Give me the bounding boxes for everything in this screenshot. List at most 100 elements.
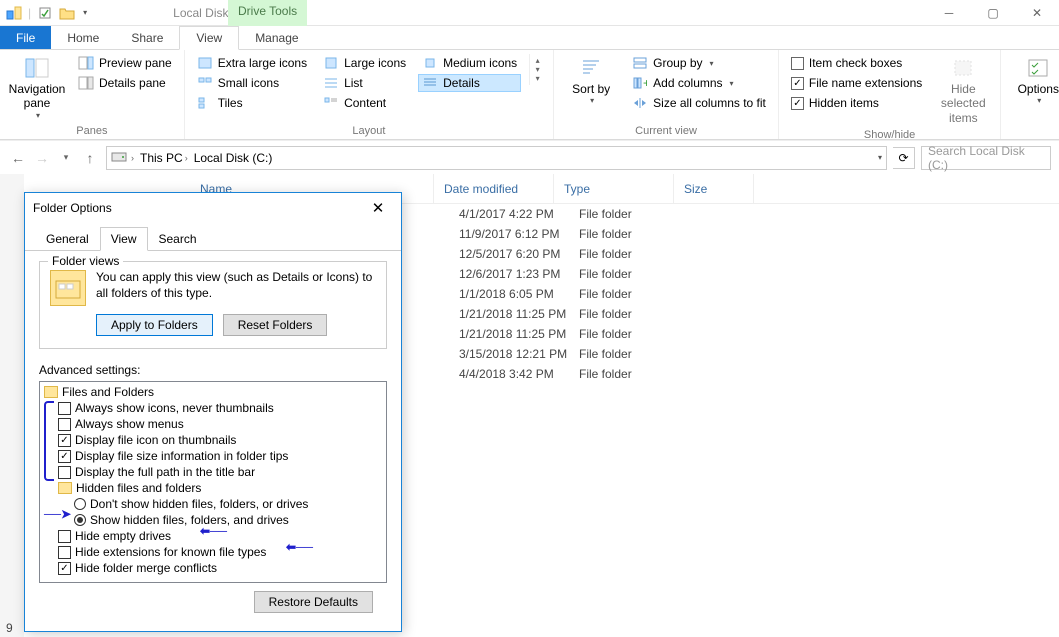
- close-button[interactable]: ✕: [1015, 0, 1059, 26]
- add-columns-button[interactable]: +Add columns ▾: [628, 74, 770, 92]
- tree-item-label: Show hidden files, folders, and drives: [90, 513, 289, 527]
- sort-by-button[interactable]: Sort by ▾: [562, 54, 620, 108]
- back-button[interactable]: ←: [8, 148, 28, 168]
- navigation-tree-collapsed[interactable]: [0, 174, 24, 637]
- tree-item[interactable]: Always show menus: [44, 416, 382, 432]
- tab-home[interactable]: Home: [51, 26, 115, 49]
- annotation-arrow: ⬅──: [200, 524, 227, 538]
- layout-gallery-scroll[interactable]: ▴▾▾: [529, 54, 545, 85]
- properties-icon[interactable]: [37, 5, 53, 21]
- checkbox-icon: ✓: [58, 450, 71, 463]
- details-icon: [422, 76, 438, 90]
- forward-button[interactable]: →: [32, 148, 52, 168]
- tree-item[interactable]: Display the full path in the title bar: [44, 464, 382, 480]
- layout-details[interactable]: Details: [418, 74, 521, 92]
- layout-extra-large-icons[interactable]: Extra large icons: [193, 54, 311, 72]
- column-header-size[interactable]: Size: [674, 174, 754, 203]
- column-header-date[interactable]: Date modified: [434, 174, 554, 203]
- chevron-down-icon: ▾: [710, 59, 714, 68]
- tab-manage[interactable]: Manage: [239, 26, 314, 49]
- ribbon-group-options: Options ▾: [1001, 50, 1059, 139]
- tree-item-label: Don't show hidden files, folders, or dri…: [90, 497, 308, 511]
- tree-item[interactable]: ✓Display file icon on thumbnails: [44, 432, 382, 448]
- group-by-button[interactable]: Group by ▾: [628, 54, 770, 72]
- tree-item[interactable]: Hide extensions for known file types: [44, 544, 382, 560]
- drive-icon: [111, 149, 127, 166]
- tree-item-label: Hidden files and folders: [76, 481, 201, 495]
- details-pane-button[interactable]: Details pane: [74, 74, 176, 92]
- tree-item[interactable]: ✓Hide folder merge conflicts: [44, 560, 382, 576]
- dialog-tabs: General View Search: [25, 227, 401, 251]
- restore-defaults-button[interactable]: Restore Defaults: [254, 591, 373, 613]
- checkbox-icon: [58, 546, 71, 559]
- qat-separator: |: [28, 6, 31, 20]
- dialog-tab-general[interactable]: General: [35, 227, 100, 251]
- tree-item[interactable]: Always show icons, never thumbnails: [44, 400, 382, 416]
- cell-type: File folder: [579, 247, 699, 261]
- recent-locations-dropdown[interactable]: ▾: [56, 148, 76, 168]
- cell-date: 12/6/2017 1:23 PM: [459, 267, 579, 281]
- cell-date: 12/5/2017 6:20 PM: [459, 247, 579, 261]
- address-dropdown[interactable]: ▾: [878, 153, 882, 162]
- preview-pane-icon: [78, 56, 94, 70]
- layout-small-icons[interactable]: Small icons: [193, 74, 311, 92]
- search-input[interactable]: Search Local Disk (C:): [921, 146, 1051, 170]
- tree-item: Hidden files and folders: [44, 480, 382, 496]
- size-all-columns-button[interactable]: Size all columns to fit: [628, 94, 770, 112]
- advanced-settings-tree[interactable]: Files and Folders Always show icons, nev…: [39, 381, 387, 583]
- layout-content[interactable]: Content: [319, 94, 410, 112]
- apply-to-folders-button[interactable]: Apply to Folders: [96, 314, 213, 336]
- list-icon: [323, 76, 339, 90]
- layout-list[interactable]: List: [319, 74, 410, 92]
- layout-tiles[interactable]: Tiles: [193, 94, 311, 112]
- dialog-tab-view[interactable]: View: [100, 227, 148, 251]
- checkbox-checked-icon: ✓: [791, 77, 804, 90]
- add-columns-icon: +: [632, 76, 648, 90]
- breadcrumb-root[interactable]: ›: [129, 153, 136, 163]
- layout-large-icons[interactable]: Large icons: [319, 54, 410, 72]
- dialog-tab-search[interactable]: Search: [148, 227, 208, 251]
- details-pane-icon: [78, 76, 94, 90]
- tab-share[interactable]: Share: [115, 26, 179, 49]
- checkbox-icon: ✓: [58, 562, 71, 575]
- annotation-bracket: [44, 401, 54, 481]
- breadcrumb-bar[interactable]: › This PC› Local Disk (C:) ▾: [106, 146, 887, 170]
- qat-customize-dropdown[interactable]: ▾: [83, 8, 87, 17]
- ribbon: Navigation pane ▾ Preview pane Details p…: [0, 50, 1059, 140]
- column-header-type[interactable]: Type: [554, 174, 674, 203]
- address-bar: ← → ▾ ↑ › This PC› Local Disk (C:) ▾ ⟳ S…: [0, 140, 1059, 174]
- tree-item[interactable]: ✓Display file size information in folder…: [44, 448, 382, 464]
- tree-item[interactable]: Don't show hidden files, folders, or dri…: [44, 496, 382, 512]
- hide-selected-items-button[interactable]: Hide selected items: [934, 54, 992, 127]
- dialog-close-button[interactable]: ✕: [363, 196, 393, 220]
- navigation-pane-button[interactable]: Navigation pane ▾: [8, 54, 66, 122]
- tab-view[interactable]: View: [179, 26, 239, 50]
- cell-date: 1/21/2018 11:25 PM: [459, 307, 579, 321]
- tab-file[interactable]: File: [0, 26, 51, 49]
- cell-date: 3/15/2018 12:21 PM: [459, 347, 579, 361]
- file-name-extensions-toggle[interactable]: ✓File name extensions: [787, 74, 926, 92]
- preview-pane-button[interactable]: Preview pane: [74, 54, 176, 72]
- folder-views-group: Folder views You can apply this view (su…: [39, 261, 387, 349]
- reset-folders-button[interactable]: Reset Folders: [223, 314, 328, 336]
- refresh-button[interactable]: ⟳: [893, 147, 915, 169]
- minimize-button[interactable]: ─: [927, 0, 971, 26]
- cell-type: File folder: [579, 267, 699, 281]
- options-button[interactable]: Options ▾: [1009, 54, 1059, 108]
- ribbon-group-layout-title: Layout: [193, 125, 545, 137]
- new-folder-icon[interactable]: [59, 5, 75, 21]
- ribbon-group-current-view-title: Current view: [562, 125, 770, 137]
- breadcrumb-local-disk[interactable]: Local Disk (C:): [192, 151, 275, 165]
- hidden-items-toggle[interactable]: ✓Hidden items: [787, 94, 926, 112]
- status-bar-item-count: 9: [6, 621, 13, 635]
- up-button[interactable]: ↑: [80, 148, 100, 168]
- preview-pane-label: Preview pane: [99, 56, 172, 70]
- cell-type: File folder: [579, 307, 699, 321]
- maximize-button[interactable]: ▢: [971, 0, 1015, 26]
- dialog-title-bar[interactable]: Folder Options ✕: [25, 193, 401, 223]
- navigation-pane-icon: [23, 56, 51, 80]
- navigation-pane-label: Navigation pane: [9, 82, 66, 111]
- item-check-boxes-toggle[interactable]: Item check boxes: [787, 54, 926, 72]
- breadcrumb-this-pc[interactable]: This PC›: [138, 151, 190, 165]
- layout-medium-icons[interactable]: Medium icons: [418, 54, 521, 72]
